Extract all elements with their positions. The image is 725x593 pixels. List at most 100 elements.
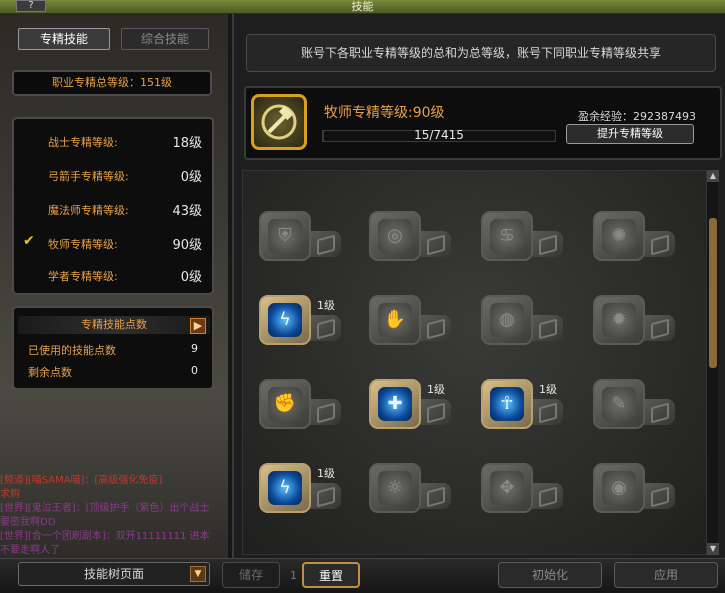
skill-frame[interactable]: ☥ xyxy=(481,379,533,429)
initialize-button[interactable]: 初始化 xyxy=(498,562,602,588)
spiral-icon: ♋ xyxy=(498,225,516,246)
skill-frame[interactable]: ✺ xyxy=(593,211,645,261)
skill-slot[interactable]: ϟ 1级 xyxy=(259,463,347,513)
lightning-icon: ϟ xyxy=(279,309,291,330)
skill-slot[interactable]: ⛨ xyxy=(259,211,347,261)
job-level: 43级 xyxy=(172,204,202,219)
skill-slot[interactable]: ✹ xyxy=(593,295,681,345)
save-button[interactable]: 储存 xyxy=(222,562,280,588)
skill-slot[interactable]: ✋ xyxy=(369,295,457,345)
sun-icon: ☼ xyxy=(386,477,404,498)
skill-book-icon xyxy=(529,231,563,257)
skill-book-icon xyxy=(641,399,675,425)
bottom-bar: 技能树页面 ▼ 储存 1 重置 初始化 应用 xyxy=(0,558,725,593)
skill-book-icon xyxy=(641,315,675,341)
job-level: 0级 xyxy=(180,170,202,185)
scroll-thumb[interactable] xyxy=(709,218,717,368)
job-name: 学者专精等级: xyxy=(48,270,118,283)
skill-book-icon xyxy=(529,399,563,425)
skill-frame[interactable]: ϟ xyxy=(259,295,311,345)
chat-line: 要密我啊DD xyxy=(0,517,56,528)
skill-frame[interactable]: ☼ xyxy=(369,463,421,513)
skill-level: 1级 xyxy=(317,299,335,312)
job-name: 战士专精等级: xyxy=(48,136,118,149)
job-row-warrior[interactable]: 战士专精等级: 18级 xyxy=(14,131,212,151)
notice-text: 账号下各职业专精等级的总和为总等级，账号下同职业专精等级共享 xyxy=(246,34,716,72)
skill-frame[interactable]: ◎ xyxy=(369,211,421,261)
skill-slot[interactable]: ϟ 1级 xyxy=(259,295,347,345)
burst-icon: ✺ xyxy=(611,225,627,246)
surplus-exp: 盈余经验：292387493 xyxy=(578,110,696,123)
chat-line: 求购 xyxy=(0,489,20,500)
apply-button[interactable]: 应用 xyxy=(614,562,718,588)
skill-frame[interactable]: ✹ xyxy=(593,295,645,345)
skill-slot[interactable]: ◎ xyxy=(369,211,457,261)
skill-level: 1级 xyxy=(427,383,445,396)
scroll-up-icon[interactable]: ▲ xyxy=(707,170,719,182)
skill-slot[interactable]: ♋ xyxy=(481,211,569,261)
scroll-down-icon[interactable]: ▼ xyxy=(707,543,719,555)
skill-points-header: 专精技能点数 xyxy=(18,316,210,334)
title-bar[interactable]: ? 技能 xyxy=(0,0,725,14)
checkmark-icon: ✔ xyxy=(23,233,35,249)
chevron-down-icon[interactable]: ▼ xyxy=(190,566,206,582)
skill-frame[interactable]: ϟ xyxy=(259,463,311,513)
skill-frame[interactable]: ◍ xyxy=(481,295,533,345)
reset-button[interactable]: 重置 xyxy=(302,562,360,588)
skill-slot[interactable]: ☥ 1级 xyxy=(481,379,569,429)
chat-line: 不要走啊人了 xyxy=(0,545,60,556)
skill-frame[interactable]: ✎ xyxy=(593,379,645,429)
tree-page-label: 技能树页面 xyxy=(83,567,144,581)
skill-slot[interactable]: ✎ xyxy=(593,379,681,429)
skill-frame[interactable]: ✋ xyxy=(369,295,421,345)
job-header: 牧师专精等级:90级 15/7415 盈余经验：292387493 提升专精等级 xyxy=(244,86,722,160)
skill-slot[interactable]: ✚ 1级 xyxy=(369,379,457,429)
skill-slot[interactable]: ✊ xyxy=(259,379,347,429)
total-level: 职业专精总等级：151级 xyxy=(12,70,212,96)
skill-level: 1级 xyxy=(539,383,557,396)
remaining-points-value: 0 xyxy=(191,364,198,377)
shield-icon: ⛨ xyxy=(278,225,292,246)
skill-frame[interactable]: ◉ xyxy=(593,463,645,513)
tab-general-skills[interactable]: 综合技能 xyxy=(121,28,209,50)
skill-book-icon xyxy=(529,483,563,509)
scrollbar[interactable]: ▲ ▼ xyxy=(706,170,719,555)
skill-book-icon xyxy=(641,231,675,257)
job-row-mage[interactable]: 魔法师专精等级: 43级 xyxy=(14,199,212,219)
chevron-right-icon[interactable]: ▶ xyxy=(190,318,206,334)
priest-hammer-icon xyxy=(251,94,307,150)
chat-line: [频道][喵SAMA喵]：[高级强化免疫] xyxy=(0,475,163,486)
skill-book-icon xyxy=(307,231,341,257)
skill-slot[interactable]: ✥ xyxy=(481,463,569,513)
skill-level: 1级 xyxy=(317,467,335,480)
skill-book-icon xyxy=(307,315,341,341)
skill-frame[interactable]: ♋ xyxy=(481,211,533,261)
skill-window: ? 技能 专精技能 综合技能 职业专精总等级：151级 战士专精等级: 18级 … xyxy=(0,0,725,593)
skill-book-icon xyxy=(417,315,451,341)
skill-slot[interactable]: ☼ xyxy=(369,463,457,513)
skill-frame[interactable]: ✚ xyxy=(369,379,421,429)
chat-line: [世界][合一个团刷副本]：双开11111111 进本 xyxy=(0,531,210,542)
used-points-label: 已使用的技能点数 xyxy=(28,344,116,357)
job-row-scholar[interactable]: 学者专精等级: 0级 xyxy=(14,265,212,285)
left-panel: 专精技能 综合技能 职业专精总等级：151级 战士专精等级: 18级 弓箭手专精… xyxy=(0,14,228,559)
skill-slot[interactable]: ✺ xyxy=(593,211,681,261)
hand-icon: ϟ xyxy=(279,477,291,498)
tree-page-select[interactable]: 技能树页面 ▼ xyxy=(18,562,210,586)
job-row-priest[interactable]: ✔ 牧师专精等级: 90级 xyxy=(14,233,212,253)
skill-slot[interactable]: ◍ xyxy=(481,295,569,345)
used-points-value: 9 xyxy=(191,342,198,355)
skill-frame[interactable]: ✊ xyxy=(259,379,311,429)
skill-frame[interactable]: ⛨ xyxy=(259,211,311,261)
chat-line: [世界][鬼泣王者]：[顶级护手（紫色）出个战士 xyxy=(0,503,210,514)
job-row-archer[interactable]: 弓箭手专精等级: 0级 xyxy=(14,165,212,185)
upgrade-level-button[interactable]: 提升专精等级 xyxy=(566,124,694,144)
window-title: 技能 xyxy=(351,0,374,13)
tab-specialization[interactable]: 专精技能 xyxy=(18,28,110,50)
skill-slot[interactable]: ◉ xyxy=(593,463,681,513)
flame-icon: ✹ xyxy=(611,309,627,330)
job-level: 0级 xyxy=(180,270,202,285)
skill-frame[interactable]: ✥ xyxy=(481,463,533,513)
target-icon: ✚ xyxy=(387,393,403,414)
skill-book-icon xyxy=(307,483,341,509)
